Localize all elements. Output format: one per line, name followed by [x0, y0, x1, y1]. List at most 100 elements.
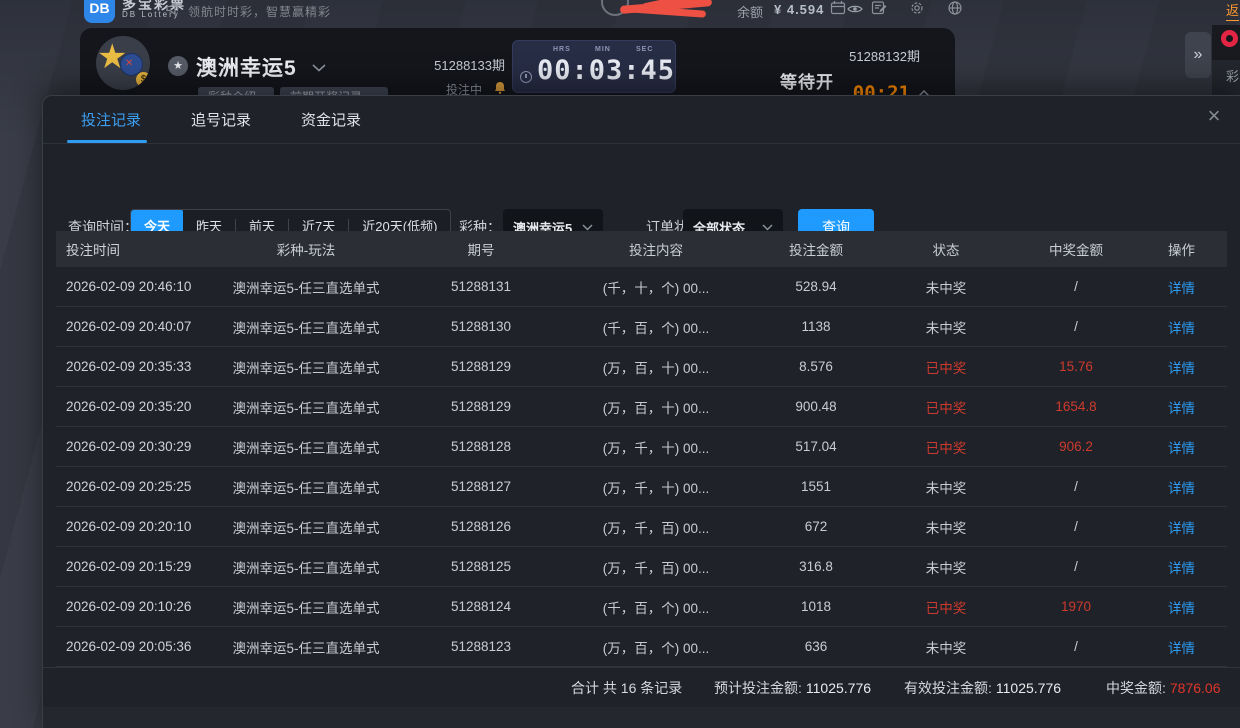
cell-bet-amount: 1138	[756, 319, 876, 334]
cell-bet-time: 2026-02-09 20:46:10	[56, 279, 206, 294]
column-header-3: 投注内容	[556, 239, 756, 259]
favorite-star-icon[interactable]: ★	[168, 56, 188, 76]
announcement-megaphone-icon	[166, 2, 181, 15]
detail-link[interactable]: 详情	[1168, 561, 1195, 576]
cell-play-type: 澳洲幸运5-任三直选单式	[206, 317, 406, 337]
total-records-text: 合计 共 16 条记录	[571, 678, 682, 698]
cell-play-type: 澳洲幸运5-任三直选单式	[206, 277, 406, 297]
cell-bet-amount: 672	[756, 519, 876, 534]
detail-link[interactable]: 详情	[1168, 641, 1195, 656]
cell-status: 未中奖	[876, 557, 1016, 577]
table-row: 2026-02-09 20:05:36澳洲幸运5-任三直选单式51288123(…	[56, 627, 1227, 667]
close-icon[interactable]: ×	[1202, 104, 1226, 128]
table-row: 2026-02-09 20:35:20澳洲幸运5-任三直选单式51288129(…	[56, 387, 1227, 427]
cell-issue: 51288129	[406, 399, 556, 414]
cell-bet-content: (千，百，个) 00...	[556, 597, 756, 617]
report-note-icon[interactable]	[871, 0, 887, 15]
cell-issue: 51288128	[406, 439, 556, 454]
cell-bet-amount: 8.576	[756, 359, 876, 374]
cell-bet-amount: 900.48	[756, 399, 876, 414]
column-header-5: 状态	[876, 239, 1016, 259]
cell-status: 未中奖	[876, 277, 1016, 297]
cell-status: 未中奖	[876, 637, 1016, 657]
corner-partial-link[interactable]: 返	[1226, 0, 1239, 21]
lottery-mascot-avatar: ★ ✕ $	[96, 36, 150, 90]
table-body: 2026-02-09 20:46:10澳洲幸运5-任三直选单式51288131(…	[56, 267, 1227, 667]
balance-label: 余额	[737, 2, 763, 21]
cell-status: 已中奖	[876, 597, 1016, 617]
detail-link[interactable]: 详情	[1168, 521, 1195, 536]
cell-issue: 51288127	[406, 479, 556, 494]
cell-play-type: 澳洲幸运5-任三直选单式	[206, 437, 406, 457]
cell-bet-amount: 636	[756, 639, 876, 654]
cell-play-type: 澳洲幸运5-任三直选单式	[206, 557, 406, 577]
column-header-2: 期号	[406, 239, 556, 259]
game-banner: ★ ✕ $ ★ 澳洲幸运5 彩种介绍 前期开奖记录 51288133期 投注中 …	[80, 28, 955, 95]
sidebar-expand-button[interactable]: »	[1185, 32, 1211, 78]
lottery-name: 澳洲幸运5	[196, 52, 297, 82]
detail-link[interactable]: 详情	[1168, 401, 1195, 416]
cell-issue: 51288131	[406, 279, 556, 294]
detail-link[interactable]: 详情	[1168, 281, 1195, 296]
detail-link[interactable]: 详情	[1168, 481, 1195, 496]
cell-issue: 51288129	[406, 359, 556, 374]
cell-bet-amount: 517.04	[756, 439, 876, 454]
tab-funds-records[interactable]: 资金记录	[301, 96, 361, 143]
language-globe-icon[interactable]	[947, 0, 963, 16]
cell-bet-content: (万，千，百) 00...	[556, 557, 756, 577]
column-header-4: 投注金额	[756, 239, 876, 259]
timer-sec-label: SEC	[636, 46, 653, 53]
cell-prize: /	[1016, 639, 1136, 654]
betting-records-modal: 投注记录 追号记录 资金记录 × 查询时间： 今天昨天前天近7天近20天(低频)…	[42, 95, 1240, 728]
cell-status: 已中奖	[876, 397, 1016, 417]
column-header-7: 操作	[1136, 239, 1227, 259]
chevron-down-icon	[762, 224, 773, 231]
cell-prize: 15.76	[1016, 359, 1136, 374]
alarm-clock-icon	[520, 71, 532, 83]
cell-bet-amount: 528.94	[756, 279, 876, 294]
table-row: 2026-02-09 20:10:26澳洲幸运5-任三直选单式51288124(…	[56, 587, 1227, 627]
draw-countdown-timer: HRS MIN SEC 00:03:45	[512, 40, 676, 93]
cell-bet-content: (万，千，十) 00...	[556, 477, 756, 497]
current-issue-number: 51288133期	[420, 55, 505, 74]
timer-digits: 00:03:45	[537, 55, 675, 86]
cell-play-type: 澳洲幸运5-任三直选单式	[206, 637, 406, 657]
site-logo[interactable]: DB	[84, 0, 115, 23]
cell-bet-content: (万，百，十) 00...	[556, 397, 756, 417]
table-row: 2026-02-09 20:40:07澳洲幸运5-任三直选单式51288130(…	[56, 307, 1227, 347]
side-panel-label: 彩	[1226, 66, 1239, 85]
cell-prize: 1654.8	[1016, 399, 1136, 414]
tab-betting-records[interactable]: 投注记录	[81, 96, 141, 143]
modal-tab-bar: 投注记录 追号记录 资金记录	[43, 96, 1240, 144]
cell-bet-amount: 1018	[756, 599, 876, 614]
bell-icon	[494, 81, 506, 94]
cell-prize: 1970	[1016, 599, 1136, 614]
record-ring-icon[interactable]	[1221, 30, 1238, 47]
detail-link[interactable]: 详情	[1168, 441, 1195, 456]
announcement-text: 领航时时彩，智慧赢精彩	[188, 3, 331, 20]
detail-link[interactable]: 详情	[1168, 601, 1195, 616]
cell-bet-content: (千，百，个) 00...	[556, 317, 756, 337]
calendar-icon[interactable]	[830, 0, 846, 15]
cell-bet-time: 2026-02-09 20:35:20	[56, 399, 206, 414]
cell-bet-time: 2026-02-09 20:30:29	[56, 439, 206, 454]
detail-link[interactable]: 详情	[1168, 361, 1195, 376]
lottery-switch-chevron-down-icon[interactable]	[312, 64, 326, 72]
detail-link[interactable]: 详情	[1168, 321, 1195, 336]
tab-chase-records[interactable]: 追号记录	[191, 96, 251, 143]
timer-min-label: MIN	[595, 46, 611, 53]
cell-bet-time: 2026-02-09 20:20:10	[56, 519, 206, 534]
cell-prize: /	[1016, 479, 1136, 494]
cell-issue: 51288125	[406, 559, 556, 574]
cell-issue: 51288126	[406, 519, 556, 534]
table-row: 2026-02-09 20:20:10澳洲幸运5-任三直选单式51288126(…	[56, 507, 1227, 547]
valid-bet-amount: 有效投注金额:11025.776	[904, 678, 1061, 698]
timer-hrs-label: HRS	[553, 46, 571, 53]
settings-gear-icon[interactable]	[909, 0, 925, 16]
column-header-1: 彩种-玩法	[206, 239, 406, 259]
balance-visibility-eye-icon[interactable]	[847, 4, 863, 14]
cell-status: 未中奖	[876, 517, 1016, 537]
cell-play-type: 澳洲幸运5-任三直选单式	[206, 517, 406, 537]
cell-bet-amount: 1551	[756, 479, 876, 494]
table-row: 2026-02-09 20:46:10澳洲幸运5-任三直选单式51288131(…	[56, 267, 1227, 307]
